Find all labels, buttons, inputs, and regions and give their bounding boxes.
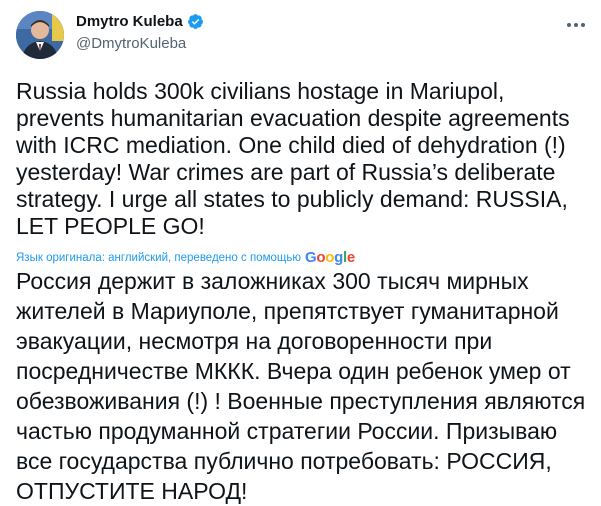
- translation-note[interactable]: Язык оригинала: английский, переведено с…: [16, 249, 355, 266]
- tweet-original-text: Russia holds 300k civilians hostage in M…: [16, 78, 570, 239]
- google-logo-letter: G: [304, 249, 317, 266]
- google-logo: Google: [305, 249, 355, 266]
- translation-note-label: Язык оригинала: английский, переведено с…: [16, 251, 301, 264]
- verified-badge-icon: [187, 13, 204, 30]
- google-logo-letter: o: [325, 249, 335, 266]
- more-options-icon[interactable]: [565, 14, 587, 36]
- tweet-translated-text: Россия держит в заложниках 300 тысяч мир…: [16, 268, 586, 504]
- avatar-image: [16, 11, 64, 59]
- author-handle[interactable]: @DmytroKuleba: [76, 35, 186, 52]
- google-logo-letter: e: [346, 249, 355, 266]
- tweet-header: Dmytro Kuleba @DmytroKuleba: [0, 0, 601, 70]
- avatar[interactable]: [16, 11, 64, 59]
- google-logo-letter: o: [316, 249, 326, 266]
- google-logo-letter: g: [334, 249, 343, 266]
- author-display-name[interactable]: Dmytro Kuleba: [76, 13, 183, 30]
- author-name-row: Dmytro Kuleba: [76, 13, 204, 30]
